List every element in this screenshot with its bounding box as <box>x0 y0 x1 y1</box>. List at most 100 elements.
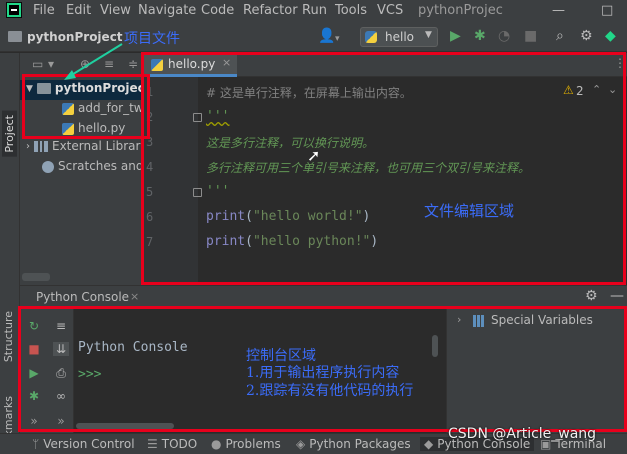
scroll-to-end-icon[interactable]: ⇊ <box>53 342 69 356</box>
menu-bar: File Edit View Navigate Code Refactor Ru… <box>0 0 627 22</box>
tree-file-hello[interactable]: hello.py <box>62 121 125 135</box>
jetbrains-icon[interactable]: ◆ <box>605 28 616 44</box>
code-line-6[interactable]: print("hello world!") <box>206 209 370 224</box>
close-icon[interactable]: × <box>222 56 231 69</box>
tab-label: TODO <box>161 437 198 451</box>
tab-project[interactable]: Project <box>2 111 17 157</box>
vertical-scrollbar[interactable] <box>432 335 438 357</box>
menu-file[interactable]: File <box>33 3 55 18</box>
variables-icon <box>473 315 485 327</box>
special-variables-label[interactable]: Special Variables <box>491 313 593 327</box>
fold-marker-icon[interactable] <box>193 113 202 122</box>
tree-external-libraries[interactable]: › External Librar <box>26 139 140 153</box>
menu-code[interactable]: Code <box>201 3 234 18</box>
user-dropdown-icon[interactable]: ▾ <box>335 31 340 47</box>
stop-icon[interactable]: ■ <box>26 342 42 356</box>
console-output-title: Python Console <box>78 340 188 355</box>
print-icon[interactable]: ⎙ <box>53 366 69 380</box>
tab-problems[interactable]: ● Problems <box>211 437 281 451</box>
line-number: 1 <box>146 85 154 99</box>
tab-hello-py[interactable]: hello.py × <box>142 53 237 77</box>
console-prompt[interactable]: >>> <box>78 367 101 382</box>
tab-todo[interactable]: ☰ TODO <box>147 437 197 451</box>
annotation-arrow <box>64 43 123 80</box>
menu-view[interactable]: View <box>100 3 131 18</box>
minimize-button[interactable]: — <box>552 3 565 18</box>
horizontal-scrollbar[interactable] <box>76 423 174 429</box>
run-configuration-select[interactable]: hello ▼ <box>360 27 438 47</box>
chevron-down-icon: ▼ <box>425 30 432 40</box>
more-options-icon[interactable]: ⋮ <box>614 56 626 70</box>
string-literal: "hello python!" <box>252 234 371 249</box>
console-header: Python Console × ⚙ — <box>20 285 627 307</box>
tab-structure[interactable]: Structure <box>2 311 15 362</box>
tab-python-packages[interactable]: ◈ Python Packages <box>296 437 411 451</box>
chevron-down-icon: ▼ <box>26 83 33 94</box>
tree-scratches[interactable]: Scratches and <box>42 159 143 173</box>
console-toolbar-secondary: ≡ ⇊ ⎙ ∞ » <box>48 307 74 433</box>
close-icon[interactable]: × <box>130 290 139 303</box>
pycharm-logo-icon <box>6 2 22 18</box>
code-line-5[interactable]: ''' <box>206 184 229 199</box>
project-panel: ▭ ▾ ⊕ ≡ ≑ ▼ pythonProject add_for_two hel… <box>20 53 151 285</box>
line-gutter <box>142 77 198 285</box>
maximize-button[interactable]: □ <box>601 3 613 18</box>
menu-tools[interactable]: Tools <box>335 3 367 18</box>
project-view-dropdown-icon[interactable]: ▾ <box>48 57 54 71</box>
horizontal-scrollbar[interactable] <box>22 273 50 281</box>
warning-count: 2 <box>576 84 584 98</box>
menu-navigate[interactable]: Navigate <box>138 3 196 18</box>
stop-icon[interactable]: ■ <box>524 28 537 44</box>
code-line-1[interactable]: # 这是单行注释，在屏幕上输出内容。 <box>206 84 412 101</box>
variables-panel: › Special Variables <box>446 307 627 433</box>
coverage-icon[interactable]: ◔ <box>498 28 510 44</box>
paren-open: ( <box>245 234 253 249</box>
run-icon[interactable]: ▶ <box>450 28 461 44</box>
show-variables-icon[interactable]: ∞ <box>53 389 69 403</box>
console-toolbar-primary: ↻ ■ ▶ ✱ » <box>20 307 48 433</box>
user-icon[interactable]: 👤 <box>318 28 335 44</box>
rerun-icon[interactable]: ↻ <box>26 319 42 333</box>
code-line-4[interactable]: 多行注释可用三个单引号来注释，也可用三个双引号来注释。 <box>206 159 530 176</box>
hide-panel-icon[interactable]: — <box>610 288 624 304</box>
gear-icon[interactable]: ⚙ <box>580 28 593 44</box>
project-view-icon[interactable]: ▭ <box>32 57 43 71</box>
console-tab-title[interactable]: Python Console <box>36 290 129 304</box>
menu-run[interactable]: Run <box>302 3 327 18</box>
code-line-3[interactable]: 这是多行注释，可以换行说明。 <box>206 134 374 151</box>
mouse-cursor-icon: ➚ <box>307 146 321 165</box>
python-console-icon: ◆ <box>424 437 434 451</box>
tab-version-control[interactable]: ᛘ Version Control <box>32 437 135 451</box>
fold-marker-icon[interactable] <box>193 188 202 197</box>
chevron-right-icon[interactable]: › <box>457 313 461 326</box>
debug-icon[interactable]: ✱ <box>474 28 486 44</box>
branch-icon: ᛘ <box>32 437 40 451</box>
debug-icon[interactable]: ✱ <box>26 389 42 403</box>
tree-file-add-for-two[interactable]: add_for_two <box>62 101 151 115</box>
tree-file-label: add_for_two <box>78 101 151 115</box>
code-line-7[interactable]: print("hello python!") <box>206 234 378 249</box>
tree-file-label: hello.py <box>78 121 126 135</box>
line-number: 4 <box>146 160 154 174</box>
gear-icon[interactable]: ⚙ <box>585 288 598 304</box>
previous-highlight-icon[interactable]: ⌃ <box>592 83 601 96</box>
next-highlight-icon[interactable]: ⌄ <box>608 83 617 96</box>
more-icon[interactable]: » <box>53 414 69 428</box>
soft-wrap-icon[interactable]: ≡ <box>53 319 69 333</box>
menu-refactor[interactable]: Refactor <box>243 3 298 18</box>
warning-icon[interactable]: ⚠ <box>563 83 574 97</box>
paren-close: ) <box>370 234 379 249</box>
line-number: 3 <box>146 135 154 149</box>
more-icon[interactable]: » <box>26 414 42 428</box>
tab-label: hello.py <box>168 57 216 71</box>
menu-vcs[interactable]: VCS <box>377 3 403 18</box>
line-number: 5 <box>146 185 154 199</box>
folder-icon <box>36 83 51 94</box>
run-icon[interactable]: ▶ <box>26 366 42 380</box>
left-tool-strip: Project Structure Bookmarks <box>0 53 20 454</box>
menu-edit[interactable]: Edit <box>66 3 91 18</box>
annotation-console-line1: 1.用于输出程序执行内容 <box>246 365 400 381</box>
list-icon: ☰ <box>147 437 158 451</box>
code-line-2[interactable]: ''' <box>206 109 229 124</box>
search-icon[interactable]: ⌕ <box>556 28 564 44</box>
